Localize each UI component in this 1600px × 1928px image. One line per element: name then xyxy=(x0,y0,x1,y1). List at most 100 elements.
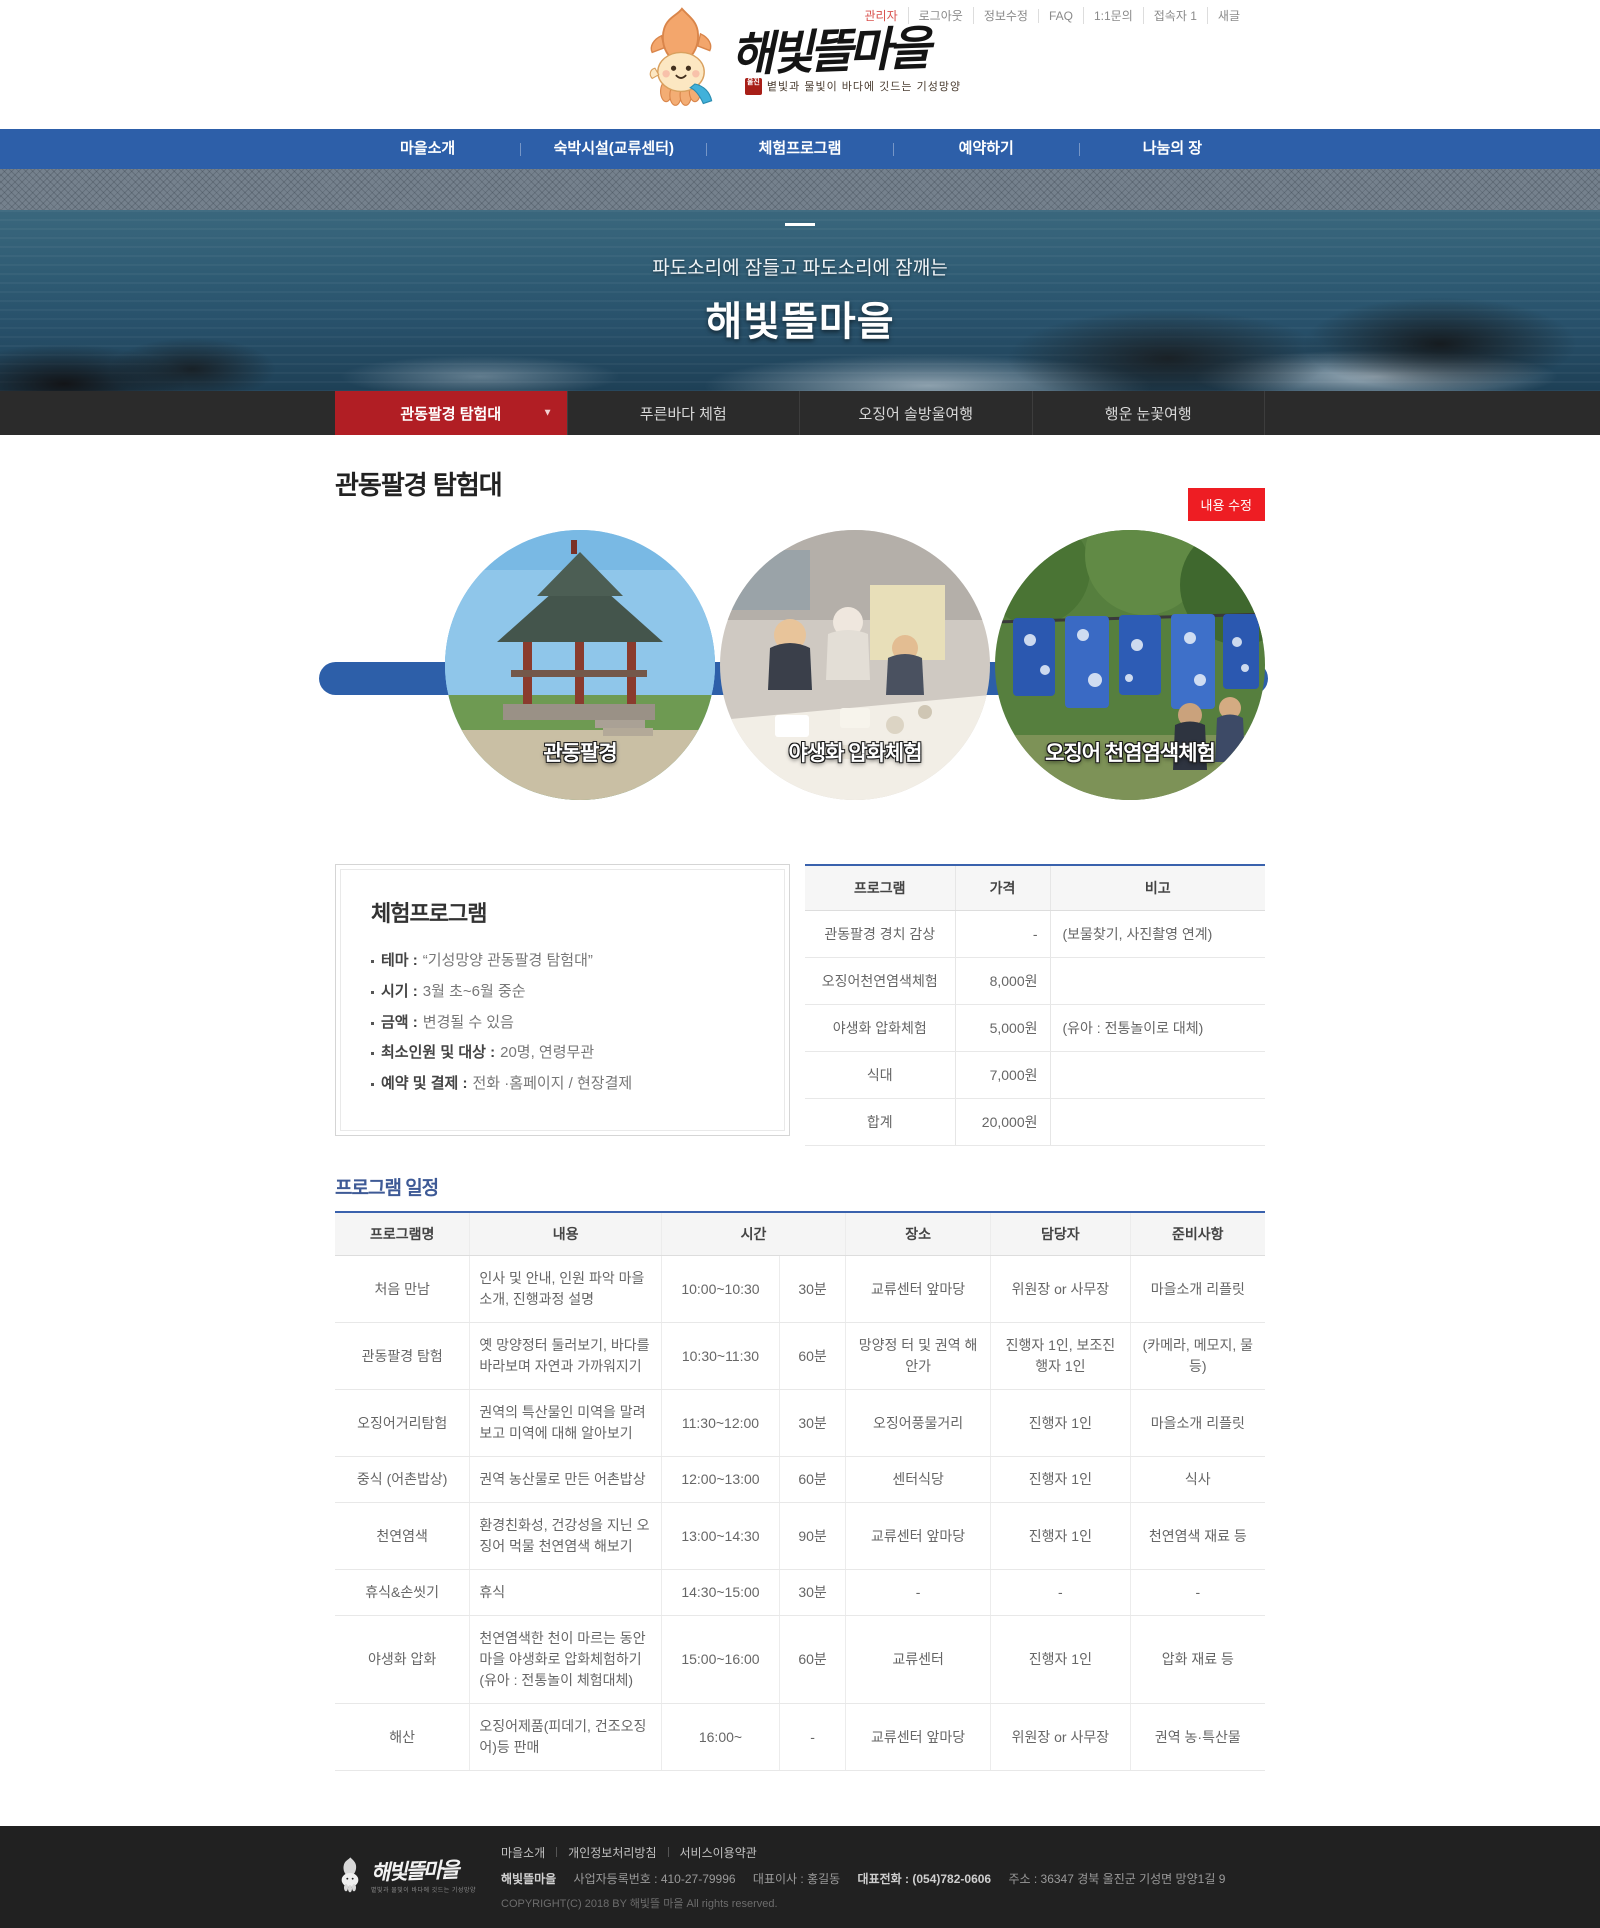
schedule-header-row: 프로그램명 내용 시간 장소 담당자 준비사항 xyxy=(335,1212,1265,1256)
edit-content-button[interactable]: 내용 수정 xyxy=(1188,488,1265,521)
price-cell: 합계 xyxy=(805,1099,955,1146)
price-table-row: 오징어천연염색체험 8,000원 xyxy=(805,958,1265,1005)
price-cell xyxy=(1050,1099,1265,1146)
schedule-row: 관동팔경 탐험 옛 망양정터 둘러보기, 바다를 바라보며 자연과 가까워지기 … xyxy=(335,1323,1265,1390)
schedule-cell: 15:00~16:00 xyxy=(661,1616,779,1704)
site-header: 관리자 로그아웃 정보수정 FAQ 1:1문의 접속자 1 새글 xyxy=(0,0,1600,129)
schedule-cell: 중식 (어촌밥상) xyxy=(335,1457,470,1503)
schedule-cell: 오징어제품(피데기, 건조오징어)등 판매 xyxy=(470,1704,662,1771)
hero-subtitle: 파도소리에 잠들고 파도소리에 잠깨는 xyxy=(652,253,948,280)
footer-copyright: COPYRIGHT(C) 2018 BY 해빛뜰 마을 All rights r… xyxy=(501,1895,1265,1911)
photo-caption: 관동팔경 xyxy=(445,737,715,767)
schedule-cell: 오징어거리탐험 xyxy=(335,1390,470,1457)
squid-mascot-icon xyxy=(639,6,723,115)
schedule-cell: 진행자 1인, 보조진행자 1인 xyxy=(991,1323,1131,1390)
tab-gwandong-palgyeong[interactable]: 관동팔경 탐험대 ▼ xyxy=(335,391,567,435)
tab-blue-sea[interactable]: 푸른바다 체험 xyxy=(567,391,800,435)
info-item-reservation: 예약 및 결제 : 전화 ·홈페이지 / 현장결제 xyxy=(371,1069,754,1100)
utility-newposts-link[interactable]: 새글 xyxy=(1207,7,1250,24)
price-cell: (보물찾기, 사진촬영 연계) xyxy=(1050,911,1265,958)
price-cell: 8,000원 xyxy=(955,958,1050,1005)
schedule-cell: 천연염색한 천이 마르는 동안 마을 야생화로 압화체험하기 (유아 : 전통놀… xyxy=(470,1616,662,1704)
schedule-cell: - xyxy=(846,1570,991,1616)
footer-link-terms[interactable]: 서비스이용약관 xyxy=(680,1844,757,1861)
footer-site-name: 해빛뜰마을 xyxy=(501,1872,556,1886)
price-cell: 7,000원 xyxy=(955,1052,1050,1099)
utility-visitors-count: 접속자 1 xyxy=(1143,7,1207,24)
schedule-header-manager: 담당자 xyxy=(991,1212,1131,1256)
main-content: 관동팔경 탐험대 내용 수정 xyxy=(0,435,1600,1826)
schedule-cell: 관동팔경 탐험 xyxy=(335,1323,470,1390)
price-table-row: 야생화 압화체험 5,000원 (유아 : 전통놀이로 대체) xyxy=(805,1005,1265,1052)
schedule-cell: 휴식&손씻기 xyxy=(335,1570,470,1616)
schedule-cell: 식사 xyxy=(1130,1457,1265,1503)
utility-editinfo-link[interactable]: 정보수정 xyxy=(973,7,1038,24)
nav-item-village-intro[interactable]: 마을소개 xyxy=(335,129,520,169)
schedule-row: 처음 만남 인사 및 안내, 인원 파악 마을 소개, 진행과정 설명 10:0… xyxy=(335,1256,1265,1323)
schedule-cell: - xyxy=(1130,1570,1265,1616)
schedule-cell: - xyxy=(991,1570,1131,1616)
footer-link-privacy[interactable]: 개인정보처리방침 xyxy=(568,1844,656,1861)
info-item-theme: 테마 : “기성망양 관동팔경 탐험대” xyxy=(371,946,754,977)
main-nav: 마을소개 숙박시설(교류센터) 체험프로그램 예약하기 나눔의 장 xyxy=(0,129,1600,169)
price-header-price: 가격 xyxy=(955,865,1050,911)
chevron-down-icon: ▼ xyxy=(543,408,553,419)
hero-title: 해빛뜰마을 xyxy=(706,289,895,347)
info-box-title: 체험프로그램 xyxy=(371,896,754,928)
hero-dash-decoration xyxy=(785,223,815,226)
schedule-header-time: 시간 xyxy=(661,1212,845,1256)
price-cell: 관동팔경 경치 감상 xyxy=(805,911,955,958)
footer-logo-tagline: 볕빛과 물빛이 바다에 깃드는 기성망양 xyxy=(371,1885,476,1894)
tab-squid-trip[interactable]: 오징어 솔방울여행 xyxy=(799,391,1032,435)
footer-logo: 해빛뜰마을 볕빛과 물빛이 바다에 깃드는 기성망양 xyxy=(335,1856,483,1899)
info-label: 금액 : xyxy=(381,1008,418,1039)
tab-label: 오징어 솔방울여행 xyxy=(858,403,973,424)
info-value: 변경될 수 있음 xyxy=(423,1008,514,1039)
schedule-cell: 권역 농산물로 만든 어촌밥상 xyxy=(470,1457,662,1503)
photo-natural-dyeing: 오징어 천염염색체험 xyxy=(995,530,1265,800)
utility-faq-link[interactable]: FAQ xyxy=(1038,9,1083,23)
schedule-cell: - xyxy=(780,1704,846,1771)
footer-company-info: 해빛뜰마을 사업자등록번호 : 410-27-79996 대표이사 : 홍길동 … xyxy=(501,1870,1265,1887)
schedule-cell: 13:00~14:30 xyxy=(661,1503,779,1570)
price-cell: 5,000원 xyxy=(955,1005,1050,1052)
footer-link-divider xyxy=(668,1847,669,1857)
tab-lucky-snowflake[interactable]: 행운 눈꽃여행 xyxy=(1032,391,1266,435)
schedule-cell: 오징어풍물거리 xyxy=(846,1390,991,1457)
nav-item-programs[interactable]: 체험프로그램 xyxy=(707,129,892,169)
schedule-cell: 천연염색 xyxy=(335,1503,470,1570)
footer-address: 주소 : 36347 경북 울진군 기성면 망양1길 9 xyxy=(1008,1872,1225,1886)
nav-item-lodging[interactable]: 숙박시설(교류센터) xyxy=(521,129,706,169)
info-value: 20명, 연령무관 xyxy=(500,1038,594,1069)
price-cell xyxy=(1050,958,1265,1005)
info-label: 테마 : xyxy=(381,946,418,977)
schedule-row: 중식 (어촌밥상) 권역 농산물로 만든 어촌밥상 12:00~13:00 60… xyxy=(335,1457,1265,1503)
price-table-row: 식대 7,000원 xyxy=(805,1052,1265,1099)
price-table: 프로그램 가격 비고 관동팔경 경치 감상 - (보물찾기, 사진촬영 연계) … xyxy=(805,864,1265,1146)
price-cell: 식대 xyxy=(805,1052,955,1099)
schedule-cell: 진행자 1인 xyxy=(991,1390,1131,1457)
price-cell: (유아 : 전통놀이로 대체) xyxy=(1050,1005,1265,1052)
info-item-minimum: 최소인원 및 대상 : 20명, 연령무관 xyxy=(371,1038,754,1069)
footer-logo-title: 해빛뜰마을 xyxy=(371,1859,477,1884)
schedule-cell: 교류센터 xyxy=(846,1616,991,1704)
schedule-cell: 권역 농·특산물 xyxy=(1130,1704,1265,1771)
schedule-cell: 교류센터 앞마당 xyxy=(846,1704,991,1771)
schedule-cell: 30분 xyxy=(780,1256,846,1323)
footer-link-divider xyxy=(556,1847,557,1857)
nav-item-sharing[interactable]: 나눔의 장 xyxy=(1080,129,1265,169)
schedule-row: 야생화 압화 천연염색한 천이 마르는 동안 마을 야생화로 압화체험하기 (유… xyxy=(335,1616,1265,1704)
footer-ceo: 대표이사 : 홍길동 xyxy=(753,1872,840,1886)
photo-pressed-flower: 야생화 압화체험 xyxy=(720,530,990,800)
price-table-header-row: 프로그램 가격 비고 xyxy=(805,865,1265,911)
schedule-cell: 14:30~15:00 xyxy=(661,1570,779,1616)
utility-inquiry-link[interactable]: 1:1문의 xyxy=(1083,7,1143,24)
info-label: 시기 : xyxy=(381,977,418,1008)
schedule-cell: 10:00~10:30 xyxy=(661,1256,779,1323)
info-label: 최소인원 및 대상 : xyxy=(381,1038,495,1069)
footer-link-village-intro[interactable]: 마을소개 xyxy=(501,1844,545,1861)
price-cell xyxy=(1050,1052,1265,1099)
nav-item-reservation[interactable]: 예약하기 xyxy=(894,129,1079,169)
schedule-header-program: 프로그램명 xyxy=(335,1212,470,1256)
site-footer: 해빛뜰마을 볕빛과 물빛이 바다에 깃드는 기성망양 마을소개 개인정보처리방침… xyxy=(0,1826,1600,1928)
